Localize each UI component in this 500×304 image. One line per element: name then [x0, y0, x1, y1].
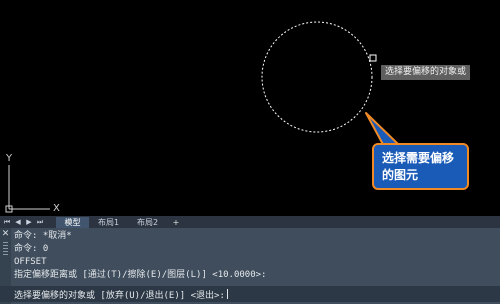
last-layout-icon[interactable]: ⏭ — [36, 218, 44, 226]
layout-tab-bar: ⏮ ◀ ▶ ⏭ 模型 布局1 布局2 + — [0, 216, 500, 228]
command-history-line: 命令: *取消* — [14, 231, 72, 241]
annotation-callout: 选择需要偏移 的图元 — [372, 143, 469, 190]
command-input[interactable]: 选择要偏移的对象或 [放弃(U)/退出(E)] <退出>: — [0, 286, 500, 302]
cursor-pickbox — [369, 54, 377, 62]
callout-line-1: 选择需要偏移 — [382, 151, 455, 165]
tab-layout1[interactable]: 布局1 — [91, 217, 126, 228]
command-prompt: 选择要偏移的对象或 [放弃(U)/退出(E)] <退出>: — [14, 291, 225, 301]
ucs-y-label: Y — [6, 153, 13, 164]
drawing-canvas[interactable]: 选择要偏移的对象或 选择需要偏移 的图元 Y X — [0, 0, 500, 216]
close-icon[interactable]: ✕ — [1, 230, 10, 239]
selection-tooltip: 选择要偏移的对象或 — [381, 65, 471, 80]
command-window: ✕ 命令: *取消* 命令: 0 OFFSET 指定偏移距离或 [通过(T)/擦… — [0, 228, 500, 304]
command-history-line: 命令: 0 — [14, 244, 49, 254]
command-prompt-row: 选择要偏移的对象或 [放弃(U)/退出(E)] <退出>: — [14, 289, 228, 301]
grip-icon[interactable] — [3, 242, 8, 256]
ucs-x-label: X — [53, 203, 60, 214]
ucs-icon — [5, 165, 50, 213]
add-layout-button[interactable]: + — [170, 217, 182, 228]
tab-model[interactable]: 模型 — [56, 217, 89, 228]
command-history-line: 指定偏移距离或 [通过(T)/擦除(E)/图层(L)] <10.0000>: — [14, 270, 267, 280]
selected-circle[interactable] — [261, 21, 373, 133]
first-layout-icon[interactable]: ⏮ — [3, 218, 11, 226]
text-caret — [226, 289, 228, 299]
next-layout-icon[interactable]: ▶ — [25, 218, 33, 226]
tab-layout2[interactable]: 布局2 — [130, 217, 165, 228]
command-history-line: OFFSET — [14, 257, 47, 267]
prev-layout-icon[interactable]: ◀ — [14, 218, 22, 226]
callout-line-2: 的图元 — [382, 168, 419, 182]
